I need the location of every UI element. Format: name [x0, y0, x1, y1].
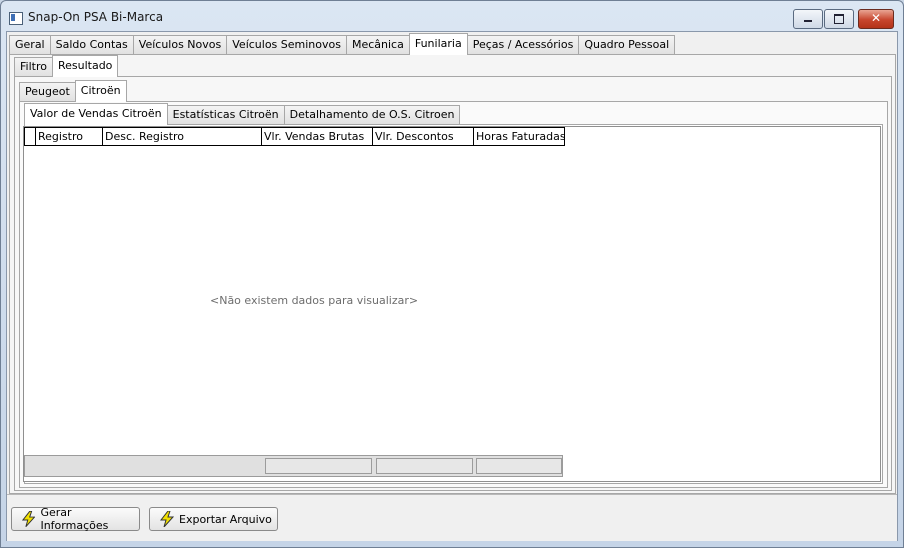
maximize-icon [834, 14, 844, 24]
tab-veiculos-novos[interactable]: Veículos Novos [132, 35, 228, 54]
data-grid[interactable]: Registro Desc. Registro Vlr. Vendas Brut… [23, 126, 881, 482]
action-bar: Gerar Informações Exportar Arquivo [7, 494, 897, 541]
tab-resultado[interactable]: Resultado [51, 55, 119, 77]
tab-peugeot[interactable]: Peugeot [19, 82, 76, 101]
brand-tabstrip: Peugeot Citroën [19, 80, 127, 102]
main-tabstrip: Geral Saldo Contas Veículos Novos Veícul… [9, 33, 676, 55]
tab-veiculos-seminovos[interactable]: Veículos Seminovos [226, 35, 347, 54]
empty-grid-message: <Não existem dados para visualizar> [210, 294, 419, 307]
lightning-icon [160, 511, 174, 527]
grid-summary-footer [24, 455, 563, 477]
gerar-informacoes-button[interactable]: Gerar Informações [11, 506, 140, 532]
minimize-icon [804, 20, 812, 22]
column-header-desc-registro[interactable]: Desc. Registro [103, 128, 262, 145]
lightning-icon [22, 511, 36, 527]
row-indicator-header [25, 128, 36, 145]
tab-citroen[interactable]: Citroën [74, 80, 127, 102]
title-bar[interactable]: Snap-On PSA Bi-Marca ✕ [1, 1, 903, 31]
maximize-button[interactable] [824, 9, 854, 29]
column-header-vlr-descontos[interactable]: Vlr. Descontos [373, 128, 474, 145]
gerar-informacoes-label: Gerar Informações [40, 506, 109, 532]
report-tabstrip: Valor de Vendas Citroën Estatísticas Cit… [24, 103, 461, 125]
tab-pecas-acessorios[interactable]: Peças / Acessórios [466, 35, 580, 54]
app-window-icon [9, 12, 23, 25]
tab-valor-de-vendas[interactable]: Valor de Vendas Citroën [24, 103, 168, 125]
column-header-registro[interactable]: Registro [36, 128, 103, 145]
tab-mecanica[interactable]: Mecânica [345, 35, 410, 54]
tab-saldo-contas[interactable]: Saldo Contas [49, 35, 134, 54]
client-area: Geral Saldo Contas Veículos Novos Veícul… [6, 31, 898, 541]
footer-cell-horas-faturadas [476, 458, 562, 474]
column-header-vlr-vendas-brutas[interactable]: Vlr. Vendas Brutas [262, 128, 373, 145]
tab-filtro[interactable]: Filtro [14, 57, 53, 76]
footer-cell-descontos [376, 458, 473, 474]
grid-header: Registro Desc. Registro Vlr. Vendas Brut… [24, 127, 565, 146]
close-icon: ✕ [870, 11, 882, 25]
tab-geral[interactable]: Geral [9, 35, 51, 54]
close-button[interactable]: ✕ [858, 9, 894, 29]
footer-cell-vendas-brutas [265, 458, 372, 474]
window-title: Snap-On PSA Bi-Marca [28, 10, 164, 24]
minimize-button[interactable] [793, 9, 823, 29]
tab-quadro-pessoal[interactable]: Quadro Pessoal [578, 35, 676, 54]
exportar-arquivo-button[interactable]: Exportar Arquivo [149, 507, 278, 531]
sub-tabstrip: Filtro Resultado [14, 55, 119, 77]
exportar-arquivo-label: Exportar Arquivo [179, 512, 272, 526]
app-window: Snap-On PSA Bi-Marca ✕ Geral Saldo Conta… [0, 0, 904, 548]
tab-funilaria[interactable]: Funilaria [408, 33, 468, 55]
tab-estatisticas[interactable]: Estatísticas Citroën [166, 105, 285, 124]
column-header-horas-faturadas[interactable]: Horas Faturadas [474, 128, 564, 145]
tab-detalhamento-os[interactable]: Detalhamento de O.S. Citroen [283, 105, 461, 124]
